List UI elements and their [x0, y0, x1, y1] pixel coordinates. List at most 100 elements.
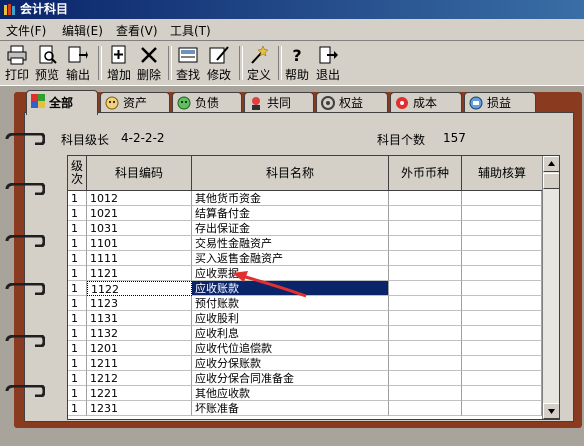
- table-row[interactable]: 1 1212 应收分保合同准备金: [68, 371, 542, 386]
- table-row[interactable]: 1 1221 其他应收款: [68, 386, 542, 401]
- define-button[interactable]: 定义: [244, 45, 274, 83]
- cell-currency[interactable]: [389, 401, 462, 416]
- cell-aux[interactable]: [462, 356, 542, 371]
- header-level[interactable]: 级次: [68, 156, 87, 190]
- table-row[interactable]: 1 1031 存出保证金: [68, 221, 542, 236]
- cell-aux[interactable]: [462, 206, 542, 221]
- table-row[interactable]: 1 1132 应收利息: [68, 326, 542, 341]
- table-row[interactable]: 1 1211 应收分保账款: [68, 356, 542, 371]
- cell-code[interactable]: 1201: [87, 341, 192, 356]
- tab-profit-loss[interactable]: 损益: [464, 92, 536, 113]
- cell-aux[interactable]: [462, 191, 542, 206]
- cell-code[interactable]: 1212: [87, 371, 192, 386]
- cell-name[interactable]: 其他货币资金: [192, 191, 389, 206]
- cell-level[interactable]: 1: [68, 341, 87, 356]
- table-row[interactable]: 1 1201 应收代位追偿款: [68, 341, 542, 356]
- cell-currency[interactable]: [389, 386, 462, 401]
- cell-currency[interactable]: [389, 296, 462, 311]
- tab-common[interactable]: 共同: [244, 92, 314, 113]
- menu-file[interactable]: 文件(F): [6, 22, 46, 39]
- add-button[interactable]: 增加: [104, 45, 134, 83]
- table-row[interactable]: 1 1021 结算备付金: [68, 206, 542, 221]
- cell-currency[interactable]: [389, 311, 462, 326]
- table-row[interactable]: 1 1111 买入返售金融资产: [68, 251, 542, 266]
- cell-name[interactable]: 结算备付金: [192, 206, 389, 221]
- tab-cost[interactable]: 成本: [390, 92, 462, 113]
- cell-currency[interactable]: [389, 281, 462, 296]
- exit-button[interactable]: 退出: [313, 45, 343, 83]
- cell-code[interactable]: 1101: [87, 236, 192, 251]
- cell-aux[interactable]: [462, 326, 542, 341]
- header-aux[interactable]: 辅助核算: [462, 156, 542, 190]
- cell-code[interactable]: 1021: [87, 206, 192, 221]
- cell-name[interactable]: 应收分保合同准备金: [192, 371, 389, 386]
- scroll-thumb[interactable]: [543, 173, 559, 189]
- cell-aux[interactable]: [462, 221, 542, 236]
- cell-code[interactable]: 1123: [87, 296, 192, 311]
- cell-level[interactable]: 1: [68, 356, 87, 371]
- table-row[interactable]: 1 1131 应收股利: [68, 311, 542, 326]
- tab-all[interactable]: 全部: [26, 90, 98, 115]
- export-button[interactable]: 输出: [63, 45, 93, 83]
- menu-tools[interactable]: 工具(T): [170, 22, 211, 39]
- cell-level[interactable]: 1: [68, 296, 87, 311]
- delete-button[interactable]: 删除: [134, 45, 164, 83]
- cell-code[interactable]: 1221: [87, 386, 192, 401]
- preview-button[interactable]: 预览: [32, 45, 62, 83]
- tab-equity[interactable]: 权益: [316, 92, 388, 113]
- table-row[interactable]: 1 1231 坏账准备: [68, 401, 542, 416]
- cell-name[interactable]: 坏账准备: [192, 401, 389, 416]
- cell-level[interactable]: 1: [68, 221, 87, 236]
- cell-level[interactable]: 1: [68, 401, 87, 416]
- cell-level[interactable]: 1: [68, 326, 87, 341]
- cell-code[interactable]: 1111: [87, 251, 192, 266]
- cell-code[interactable]: 1121: [87, 266, 192, 281]
- print-button[interactable]: 打印: [2, 45, 32, 83]
- cell-aux[interactable]: [462, 371, 542, 386]
- help-button[interactable]: ? 帮助: [282, 45, 312, 83]
- cell-currency[interactable]: [389, 371, 462, 386]
- header-name[interactable]: 科目名称: [192, 156, 389, 190]
- scroll-up-button[interactable]: [543, 156, 559, 172]
- cell-level[interactable]: 1: [68, 251, 87, 266]
- cell-currency[interactable]: [389, 326, 462, 341]
- cell-currency[interactable]: [389, 266, 462, 281]
- cell-level[interactable]: 1: [68, 191, 87, 206]
- cell-code[interactable]: 1231: [87, 401, 192, 416]
- cell-aux[interactable]: [462, 311, 542, 326]
- cell-code[interactable]: 1122: [87, 281, 192, 296]
- cell-code[interactable]: 1211: [87, 356, 192, 371]
- cell-name[interactable]: 存出保证金: [192, 221, 389, 236]
- cell-level[interactable]: 1: [68, 281, 87, 296]
- tab-asset[interactable]: 资产: [100, 92, 170, 113]
- menu-edit[interactable]: 编辑(E): [62, 22, 103, 39]
- cell-level[interactable]: 1: [68, 236, 87, 251]
- cell-level[interactable]: 1: [68, 371, 87, 386]
- cell-aux[interactable]: [462, 386, 542, 401]
- cell-name[interactable]: 应收股利: [192, 311, 389, 326]
- cell-currency[interactable]: [389, 191, 462, 206]
- scroll-down-button[interactable]: [543, 403, 559, 419]
- menu-view[interactable]: 查看(V): [116, 22, 158, 39]
- cell-currency[interactable]: [389, 221, 462, 236]
- cell-name[interactable]: 应收分保账款: [192, 356, 389, 371]
- vertical-scrollbar[interactable]: [542, 156, 559, 419]
- find-button[interactable]: 查找: [173, 45, 203, 83]
- cell-code[interactable]: 1012: [87, 191, 192, 206]
- cell-currency[interactable]: [389, 356, 462, 371]
- cell-aux[interactable]: [462, 296, 542, 311]
- cell-name[interactable]: 其他应收款: [192, 386, 389, 401]
- cell-aux[interactable]: [462, 266, 542, 281]
- cell-name[interactable]: 买入返售金融资产: [192, 251, 389, 266]
- cell-level[interactable]: 1: [68, 206, 87, 221]
- cell-currency[interactable]: [389, 341, 462, 356]
- tab-liability[interactable]: 负债: [172, 92, 242, 113]
- cell-aux[interactable]: [462, 401, 542, 416]
- cell-aux[interactable]: [462, 236, 542, 251]
- cell-code[interactable]: 1031: [87, 221, 192, 236]
- cell-code[interactable]: 1131: [87, 311, 192, 326]
- cell-aux[interactable]: [462, 251, 542, 266]
- header-code[interactable]: 科目编码: [87, 156, 192, 190]
- table-row[interactable]: 1 1012 其他货币资金: [68, 191, 542, 206]
- cell-currency[interactable]: [389, 206, 462, 221]
